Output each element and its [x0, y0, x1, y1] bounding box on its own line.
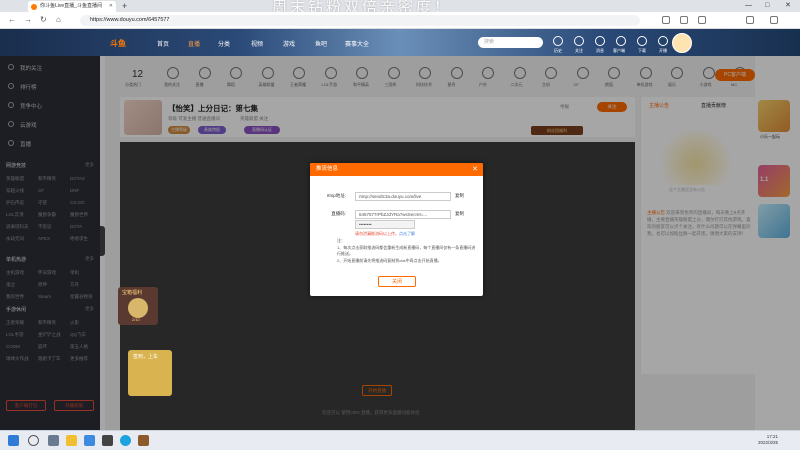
- stream-info-dialog: 推流信息 ✕ rtmp地址: rtmp://sendtc3a.douyu.com…: [310, 163, 483, 296]
- windows-start-icon[interactable]: [8, 435, 19, 446]
- url-input[interactable]: https://www.douyu.com/6457577: [80, 15, 640, 26]
- collections-icon[interactable]: [698, 16, 706, 24]
- refresh-icon[interactable]: ↻: [40, 15, 47, 24]
- tab-title: 你斗鱼Live直播_斗鱼直播间: [40, 3, 102, 9]
- copy-rtmp-button[interactable]: 复制: [455, 193, 464, 199]
- treasure-box-widget[interactable]: 宝箱福利 2/10: [118, 287, 158, 325]
- nav-video[interactable]: 视频: [251, 39, 263, 48]
- home-icon[interactable]: ⌂: [56, 15, 61, 24]
- broadcast-icon[interactable]: [658, 36, 668, 46]
- obs-app-icon[interactable]: [102, 435, 113, 446]
- browser-tab[interactable]: 你斗鱼Live直播_斗鱼直播间 ✕: [28, 1, 116, 12]
- nav-events[interactable]: 赛事大全: [345, 39, 369, 48]
- note-2: 2、开始直播前请先将推流码复制到obs中再点击开始直播。: [337, 257, 442, 263]
- checkin-title: 签到，上车: [133, 354, 159, 360]
- site-logo[interactable]: 斗鱼: [110, 38, 126, 49]
- browser-tabbar: 你斗鱼Live直播_斗鱼直播间 ✕ + 周末钻粉双倍亲密度！ — □ ✕: [0, 0, 800, 16]
- rtmp-label: rtmp地址:: [326, 193, 346, 198]
- follow-label: 关注: [575, 48, 583, 53]
- favorites-icon[interactable]: [680, 16, 688, 24]
- os-taskbar: 17:21 2022/3/25: [0, 430, 800, 450]
- download-label: 下载: [638, 48, 646, 53]
- new-tab-button[interactable]: +: [122, 0, 127, 12]
- search-icon[interactable]: [28, 435, 39, 446]
- dialog-close-button[interactable]: 关闭: [378, 276, 416, 287]
- message-icon[interactable]: [595, 36, 605, 46]
- stream-key-label: 直播码:: [331, 211, 346, 216]
- profile-icon[interactable]: [746, 16, 754, 24]
- browser-app-icon[interactable]: [84, 435, 95, 446]
- maximize-button[interactable]: □: [765, 0, 769, 12]
- learn-more-link[interactable]: 点击了解: [399, 231, 415, 236]
- back-icon[interactable]: ←: [8, 15, 16, 24]
- file-explorer-icon[interactable]: [66, 435, 77, 446]
- treasure-box-title: 宝箱福利: [122, 290, 143, 296]
- dialog-header: 推流信息 ✕: [310, 163, 483, 176]
- client-label: 客户端: [613, 48, 625, 53]
- rtmp-input[interactable]: rtmp://sendtc3a.douyu.com/live: [355, 192, 451, 201]
- address-bar-row: ← → ↻ ⌂ https://www.douyu.com/6457577: [0, 12, 800, 29]
- stream-key-input[interactable]: 6457577rPbZJdYRa?wsSecret=...: [355, 210, 451, 219]
- site-favicon-icon: [31, 4, 37, 10]
- security-warning: 请勿泄漏推流码以上传。点击了解: [355, 231, 415, 237]
- warning-text: 请勿泄漏推流码以上传。: [355, 231, 399, 236]
- task-view-icon[interactable]: [48, 435, 59, 446]
- minimize-button[interactable]: —: [745, 0, 752, 12]
- forward-icon[interactable]: →: [24, 15, 32, 24]
- nav-category[interactable]: 分类: [218, 39, 230, 48]
- nav-home[interactable]: 首页: [157, 39, 169, 48]
- close-window-button[interactable]: ✕: [785, 0, 791, 12]
- broadcast-label: 开播: [659, 48, 667, 53]
- search-input[interactable]: 搜索: [478, 37, 543, 48]
- checkin-widget[interactable]: 签到，上车: [128, 350, 172, 396]
- close-tab-icon[interactable]: ✕: [109, 1, 113, 12]
- dialog-notes: 注： 1、每次点击获取推流码都会重新生成新直播码，每个直播间仅有一条直播码进行推…: [337, 238, 477, 264]
- user-avatar[interactable]: [672, 33, 692, 53]
- close-icon[interactable]: ✕: [472, 163, 478, 176]
- treasure-box-count: 2/10: [132, 317, 140, 322]
- treasure-coin-icon: [128, 298, 148, 318]
- nav-yuba[interactable]: 鱼吧: [315, 39, 327, 48]
- pinned-app-icon[interactable]: [138, 435, 149, 446]
- download-icon[interactable]: [637, 36, 647, 46]
- history-label: 历史: [554, 48, 562, 53]
- nav-live[interactable]: 直播: [188, 39, 200, 48]
- extensions-icon[interactable]: [662, 16, 670, 24]
- system-clock[interactable]: 17:21 2022/3/25: [758, 434, 778, 446]
- history-icon[interactable]: [553, 36, 563, 46]
- stream-key-masked[interactable]: ••••••••: [355, 220, 415, 229]
- nav-games[interactable]: 游戏: [283, 39, 295, 48]
- note-1: 1、每次点击获取推流码都会重新生成新直播码，每个直播间仅有一条直播码进行推送。: [337, 244, 476, 257]
- follow-icon[interactable]: [574, 36, 584, 46]
- dialog-title: 推流信息: [316, 166, 339, 172]
- copy-key-button[interactable]: 复制: [455, 211, 464, 217]
- edge-app-icon[interactable]: [120, 435, 131, 446]
- message-label: 消息: [596, 48, 604, 53]
- upload-icon[interactable]: [616, 36, 626, 46]
- clock-date: 2022/3/25: [757, 440, 778, 445]
- more-icon[interactable]: [770, 16, 778, 24]
